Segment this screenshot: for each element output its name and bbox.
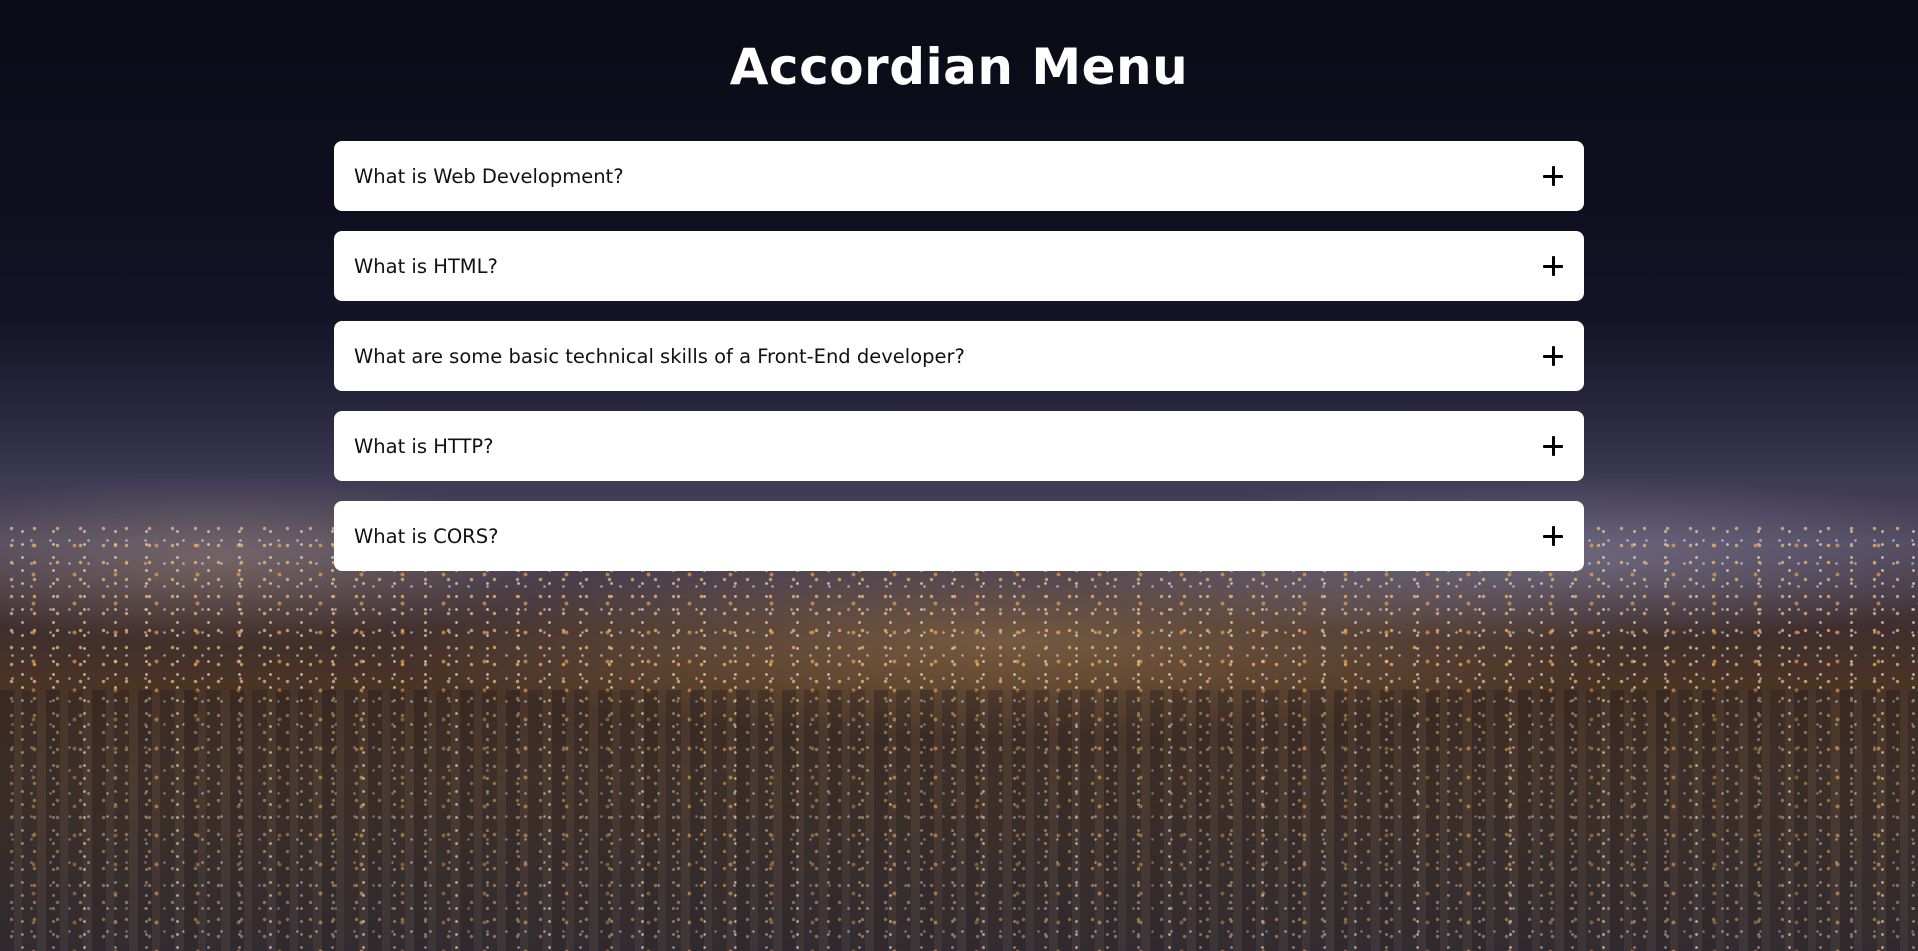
accordion: What is Web Development? What is HTML? W…	[334, 141, 1584, 591]
accordion-item-http[interactable]: What is HTTP?	[334, 411, 1584, 481]
plus-icon[interactable]	[1543, 526, 1563, 546]
accordion-item-front-end-skills[interactable]: What are some basic technical skills of …	[334, 321, 1584, 391]
accordion-item-web-development[interactable]: What is Web Development?	[334, 141, 1584, 211]
accordion-item-html[interactable]: What is HTML?	[334, 231, 1584, 301]
plus-icon[interactable]	[1543, 166, 1563, 186]
accordion-item-cors[interactable]: What is CORS?	[334, 501, 1584, 571]
plus-icon[interactable]	[1543, 436, 1563, 456]
page-content: Accordian Menu What is Web Development? …	[0, 0, 1918, 951]
accordion-question: What are some basic technical skills of …	[354, 344, 965, 368]
accordion-question: What is HTML?	[354, 254, 498, 278]
accordion-question: What is Web Development?	[354, 164, 624, 188]
page-title: Accordian Menu	[729, 38, 1189, 96]
plus-icon[interactable]	[1543, 256, 1563, 276]
accordion-question: What is HTTP?	[354, 434, 494, 458]
accordion-question: What is CORS?	[354, 524, 499, 548]
plus-icon[interactable]	[1543, 346, 1563, 366]
